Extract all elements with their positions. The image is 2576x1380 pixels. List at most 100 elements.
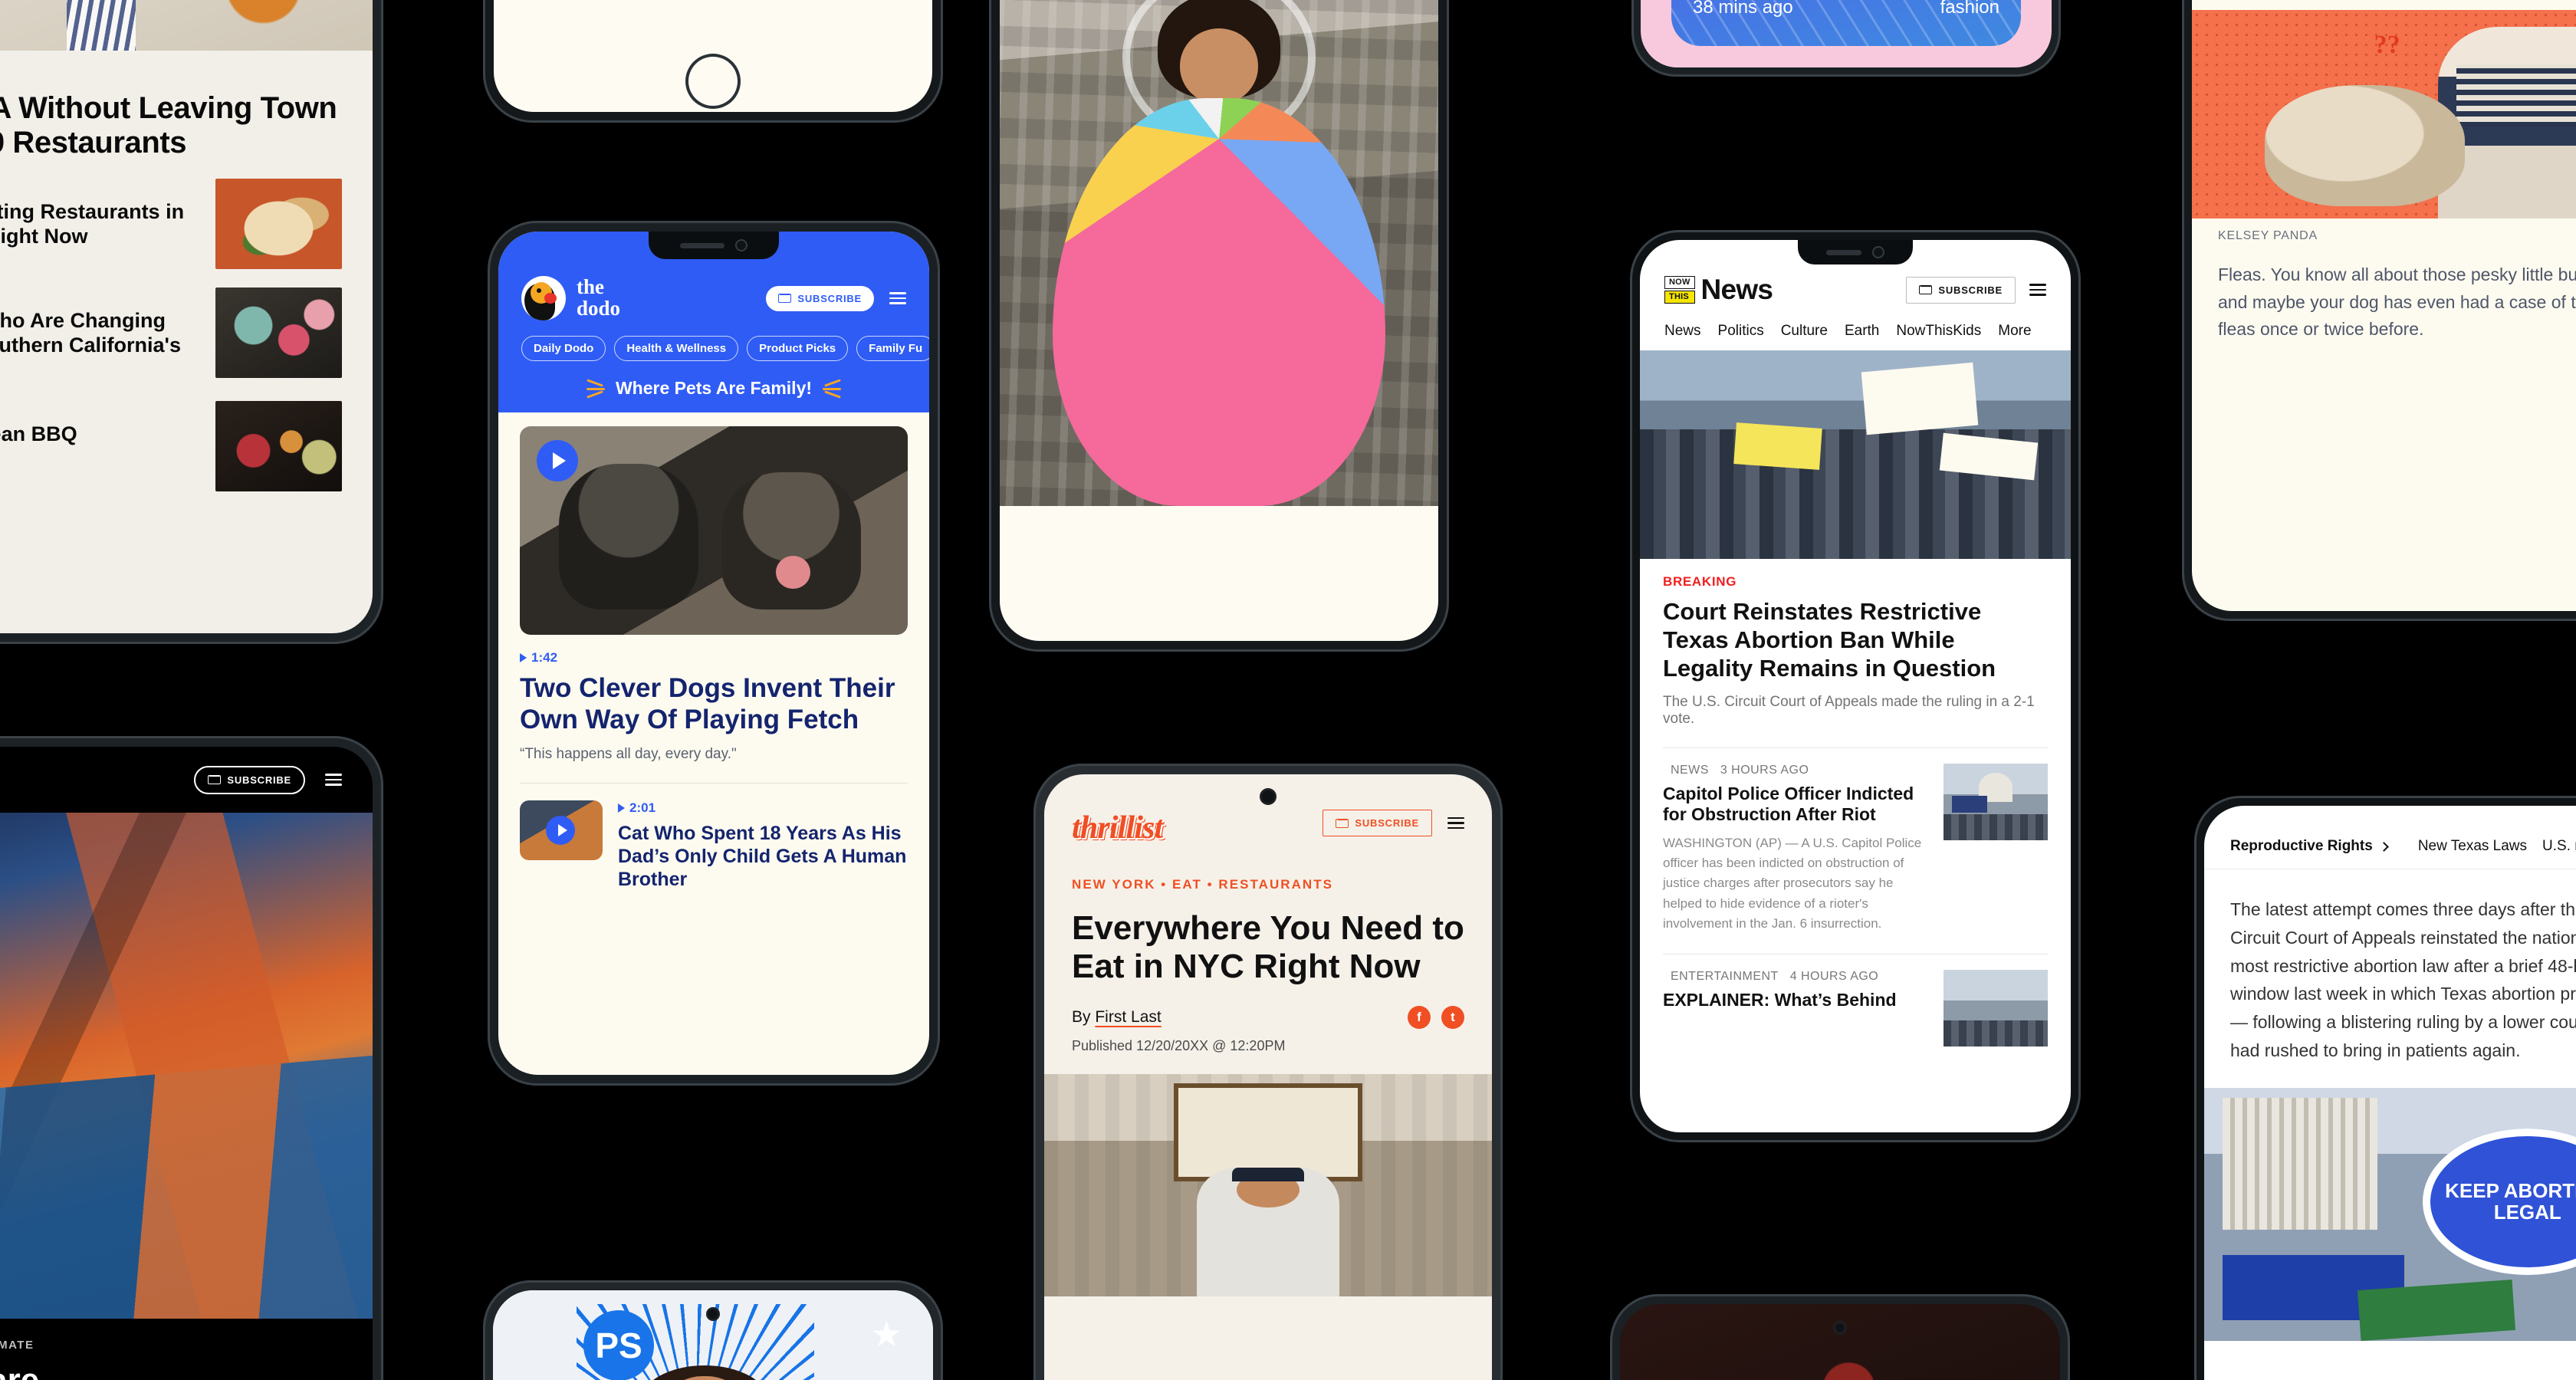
chip-health-wellness[interactable]: Health & Wellness <box>614 336 739 361</box>
hero-image-model <box>1000 0 1438 506</box>
subscribe-button[interactable]: SUBSCRIBE <box>1906 276 2016 304</box>
hamburger-icon[interactable] <box>889 292 906 304</box>
card-meta: 38 mins ago fashion <box>1693 0 1999 18</box>
nav-item-more[interactable]: More <box>1998 323 2031 340</box>
nav-item-culture[interactable]: Culture <box>1781 323 1828 340</box>
screen-nowthis-news: NOW THIS News SUBSCRIBE News Politics Cu… <box>1640 240 2071 1132</box>
thrillist-logo[interactable]: thrillist <box>1072 810 1163 846</box>
nowthis-logo[interactable]: NOW THIS News <box>1664 274 1773 306</box>
headline[interactable]: Court Reinstates Restrictive Texas Abort… <box>1663 597 2048 683</box>
play-icon[interactable] <box>537 440 578 481</box>
camera-icon <box>1260 788 1276 805</box>
hero-image-deli <box>1044 1074 1492 1297</box>
list-item[interactable]: YESTERDAY The Women Who Are Changing the… <box>0 269 342 383</box>
phone-popsugar: PS ★ ★ <box>483 1280 943 1380</box>
subscribe-label: SUBSCRIBE <box>1938 284 2003 296</box>
envelope-icon <box>778 294 792 303</box>
timestamp: 38 mins ago <box>1693 0 1793 18</box>
badge-now: NOW <box>1664 276 1695 289</box>
phone-covid-article: just mild to moderate COVID symptoms are… <box>483 0 943 123</box>
facebook-icon[interactable]: f <box>1408 1006 1431 1030</box>
envelope-icon <box>1336 818 1349 828</box>
thumbnail-wine <box>215 287 342 378</box>
nowthis-nav: News Politics Culture Earth NowThisKids … <box>1640 306 2071 350</box>
nav-item-news[interactable]: News <box>1664 323 1701 340</box>
category-chips: Daily Dodo Health & Wellness Product Pic… <box>521 336 929 361</box>
twitter-icon[interactable]: t <box>1441 1006 1464 1030</box>
list-item[interactable]: 2:01 Cat Who Spent 18 Years As His Dad’s… <box>498 800 929 891</box>
featured-video-thumbnail[interactable] <box>520 426 908 635</box>
body-text: The latest attempt comes three days afte… <box>2230 899 2576 1060</box>
headline[interactable]: Capitol Police Officer Indicted for Obst… <box>1663 784 1930 826</box>
divider <box>1663 954 2048 955</box>
hamburger-icon[interactable] <box>2029 284 2046 296</box>
body-text: Fleas. You know all about those pesky li… <box>2218 264 2576 340</box>
headline[interactable]: The Women Who Are Changing the Face of S… <box>0 308 197 383</box>
article-list-thrillist-la: HOURS AGO Escape LA Without Leaving Town… <box>0 51 373 491</box>
thumbnail-cat-video[interactable] <box>520 800 603 861</box>
category: NEWS <box>1671 763 1709 777</box>
thumbnail-bbq <box>215 400 342 491</box>
thrillist-header: thrillist SUBSCRIBE <box>1044 774 1492 846</box>
category-time: ENTERTAINMENT 4 HOURS AGO <box>1663 970 1930 984</box>
duration-label: 2:01 <box>629 800 656 816</box>
timestamp: HOURS AGO <box>0 179 197 192</box>
chip-family-fun[interactable]: Family Fu <box>856 336 929 361</box>
tab-new-texas-laws[interactable]: New Texas Laws <box>2418 838 2527 855</box>
star-icon: ★ <box>870 1314 902 1354</box>
headline[interactable]: Escape LA Without Leaving Town at These … <box>0 91 342 160</box>
dodo-logo[interactable]: the dodo <box>521 276 620 320</box>
envelope-icon <box>1919 285 1933 294</box>
subscribe-button[interactable]: SUBSCRIBE <box>194 765 305 794</box>
chip-product-picks[interactable]: Product Picks <box>747 336 849 361</box>
hero-image-dog: ?? <box>2192 10 2576 219</box>
author-link[interactable]: First Last <box>1095 1008 1161 1026</box>
notch <box>649 232 779 259</box>
nav-item-politics[interactable]: Politics <box>1718 323 1764 340</box>
list-item[interactable]: THURSDAY Essential Korean BBQ <box>0 383 342 491</box>
subscribe-label: SUBSCRIBE <box>797 292 862 304</box>
tab-label: Reproductive Rights <box>2230 838 2373 854</box>
chip-daily-dodo[interactable]: Daily Dodo <box>521 336 606 361</box>
home-button[interactable] <box>685 54 741 109</box>
list-item[interactable]: HOURS AGO Escape LA Without Leaving Town… <box>0 71 342 160</box>
timestamp: THURSDAY <box>0 401 197 414</box>
play-icon[interactable] <box>546 816 575 846</box>
nav-item-earth[interactable]: Earth <box>1845 323 1879 340</box>
headline[interactable]: These Rare <box>0 1352 373 1380</box>
tab-us-maternal-health[interactable]: U.S. maternal h <box>2542 838 2576 855</box>
nav-item-nowthiskids[interactable]: NowThisKids <box>1896 323 1981 340</box>
list-item[interactable]: ENTERTAINMENT 4 HOURS AGO EXPLAINER: Wha… <box>1663 970 2048 1047</box>
screen-fashion-article: by Christina Stiehl September 21, 2021 f… <box>1000 0 1438 641</box>
deck: “This happens all day, every day." <box>520 746 737 763</box>
phone-the-dodo: the dodo SUBSCRIBE Daily Dodo Health & W… <box>488 221 940 1086</box>
topic-nav: Reproductive Rights New Texas Laws U.S. … <box>2204 821 2576 869</box>
list-item[interactable]: NEWS 3 HOURS AGO Capitol Police Officer … <box>1663 763 2048 935</box>
hamburger-icon[interactable] <box>325 774 342 786</box>
phone-food-photo <box>1610 1294 2070 1380</box>
hero-image-protest <box>1640 350 2071 559</box>
headline[interactable]: Everywhere You Need to Eat in NYC Right … <box>1044 892 1492 986</box>
sparkle-left-icon <box>586 378 606 399</box>
mockup-stage: HOURS AGO Escape LA Without Leaving Town… <box>0 0 2576 1380</box>
chevron-right-icon <box>2378 841 2389 852</box>
gift-card[interactable]: Favorite Gifts of 2021 38 mins ago fashi… <box>1671 0 2021 46</box>
headline[interactable]: Two Clever Dogs Invent Their Own Way Of … <box>520 673 908 735</box>
hamburger-icon[interactable] <box>1447 816 1464 830</box>
question-marks: ?? <box>2374 31 2400 60</box>
byline-row: By First Last f t <box>1044 986 1492 1030</box>
headline[interactable]: Cat Who Spent 18 Years As His Dad’s Only… <box>618 822 908 891</box>
phone-reproductive-rights: Reproductive Rights New Texas Laws U.S. … <box>2194 796 2576 1380</box>
screen-gift-guide: Favorite Gifts of 2021 38 mins ago fashi… <box>1641 0 2052 67</box>
list-item[interactable]: HOURS AGO The Most Exciting Restaurants … <box>0 160 342 269</box>
headline[interactable]: EXPLAINER: What’s Behind <box>1663 990 1930 1011</box>
subscribe-button[interactable]: SUBSCRIBE <box>1322 810 1432 836</box>
category-time: NEWS 3 HOURS AGO <box>1663 764 1930 777</box>
tab-reproductive-rights[interactable]: Reproductive Rights <box>2230 838 2389 855</box>
notch <box>1798 240 1913 264</box>
headline[interactable]: The Most Exciting Restaurants in Los Ang… <box>0 199 197 249</box>
divider <box>520 783 908 784</box>
headline[interactable]: Essential Korean BBQ <box>0 422 197 446</box>
screen-seeker: Seeker SUBSCRIBE CONSERVATION • CLIMATE … <box>0 747 373 1380</box>
subscribe-button[interactable]: SUBSCRIBE <box>766 285 874 311</box>
